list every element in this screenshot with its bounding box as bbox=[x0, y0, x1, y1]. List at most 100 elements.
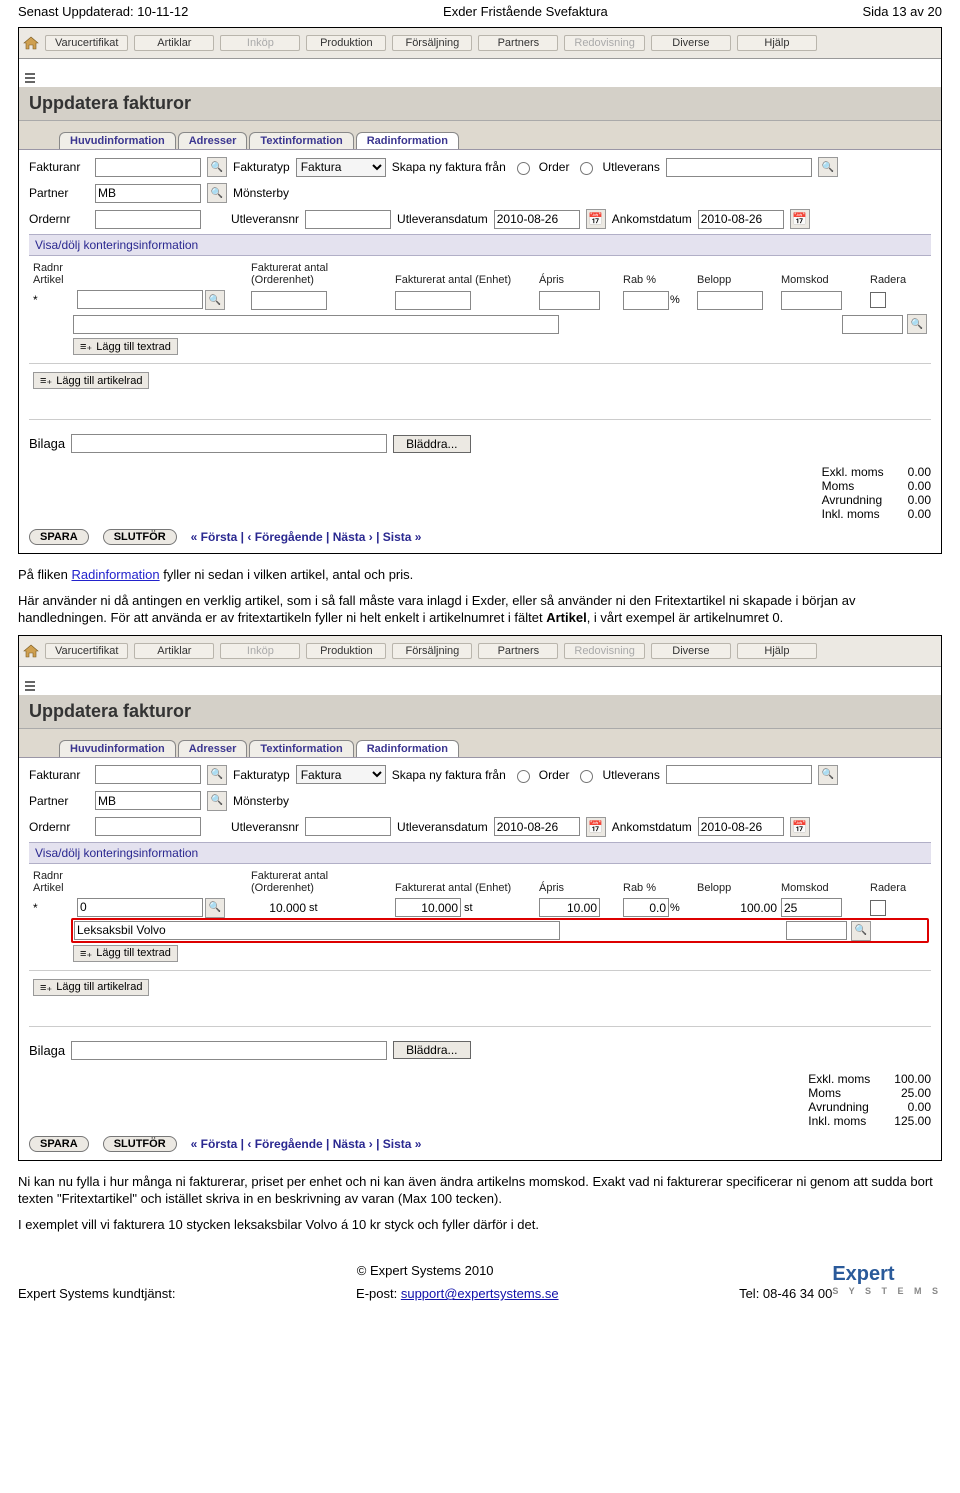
tab-radinformation[interactable]: Radinformation bbox=[356, 740, 459, 757]
kontering-toggle[interactable]: Visa/dölj konteringsinformation bbox=[29, 842, 931, 864]
skapa-utleverans-radio[interactable] bbox=[580, 162, 593, 175]
spara-button[interactable]: SPARA bbox=[29, 529, 89, 545]
artikel-input[interactable] bbox=[77, 290, 203, 309]
radera-checkbox[interactable] bbox=[870, 292, 886, 308]
fa-enhet-input[interactable] bbox=[395, 898, 461, 917]
fakturanr-lookup-icon[interactable]: 🔍 bbox=[207, 765, 227, 785]
ankomstdatum-calendar-icon[interactable]: 📅 bbox=[790, 817, 810, 837]
utleveransdatum-input[interactable] bbox=[494, 210, 580, 229]
radera-checkbox[interactable] bbox=[870, 900, 886, 916]
list-icon[interactable] bbox=[25, 681, 35, 691]
pager[interactable]: « Första | ‹ Föregående | Nästa › | Sist… bbox=[191, 1137, 422, 1151]
tab-textinformation[interactable]: Textinformation bbox=[249, 740, 353, 757]
partner-input[interactable] bbox=[95, 184, 201, 203]
menu-redovisning[interactable]: Redovisning bbox=[564, 643, 645, 659]
momskod-lookup-icon[interactable]: 🔍 bbox=[851, 921, 871, 941]
browse-button[interactable]: Bläddra... bbox=[393, 1041, 470, 1059]
pager[interactable]: « Första | ‹ Föregående | Nästa › | Sist… bbox=[191, 530, 422, 544]
fa-order-input[interactable] bbox=[251, 291, 327, 310]
support-email-link[interactable]: support@expertsystems.se bbox=[401, 1286, 559, 1301]
fakturatyp-select[interactable]: Faktura bbox=[296, 765, 386, 784]
add-textrad-button[interactable]: ≡₊ Lägg till textrad bbox=[73, 338, 178, 355]
home-icon[interactable] bbox=[23, 644, 39, 658]
utleveransdatum-calendar-icon[interactable]: 📅 bbox=[586, 209, 606, 229]
artikel-lookup-icon[interactable]: 🔍 bbox=[205, 290, 225, 310]
kontering-toggle[interactable]: Visa/dölj konteringsinformation bbox=[29, 234, 931, 256]
menu-diverse[interactable]: Diverse bbox=[651, 35, 731, 51]
fakturanr-input[interactable] bbox=[95, 765, 201, 784]
momskod2-input[interactable] bbox=[786, 921, 847, 940]
add-artikelrad-button[interactable]: ≡₊ Lägg till artikelrad bbox=[33, 372, 149, 389]
slutfor-button[interactable]: SLUTFÖR bbox=[103, 1136, 177, 1152]
desc-input[interactable] bbox=[74, 921, 560, 940]
ankomstdatum-input[interactable] bbox=[698, 817, 784, 836]
momskod-input[interactable] bbox=[781, 291, 842, 310]
skapa-utleverans-radio[interactable] bbox=[580, 770, 593, 783]
list-icon[interactable] bbox=[25, 73, 35, 83]
menu-inkop[interactable]: Inköp bbox=[220, 643, 300, 659]
tab-adresser[interactable]: Adresser bbox=[178, 740, 248, 757]
artikel-lookup-icon[interactable]: 🔍 bbox=[205, 898, 225, 918]
radinformation-link[interactable]: Radinformation bbox=[71, 567, 159, 582]
fa-enhet-input[interactable] bbox=[395, 291, 471, 310]
momskod-lookup-icon[interactable]: 🔍 bbox=[907, 314, 927, 334]
menu-varucertifikat[interactable]: Varucertifikat bbox=[45, 35, 128, 51]
ordernr-input[interactable] bbox=[95, 817, 201, 836]
menu-partners[interactable]: Partners bbox=[478, 35, 558, 51]
skapa-source-input[interactable] bbox=[666, 765, 812, 784]
tab-huvudinformation[interactable]: Huvudinformation bbox=[59, 740, 176, 757]
utleveransnr-input[interactable] bbox=[305, 817, 391, 836]
add-artikelrad-button[interactable]: ≡₊ Lägg till artikelrad bbox=[33, 979, 149, 996]
menu-redovisning[interactable]: Redovisning bbox=[564, 35, 645, 51]
slutfor-button[interactable]: SLUTFÖR bbox=[103, 529, 177, 545]
menu-diverse[interactable]: Diverse bbox=[651, 643, 731, 659]
menu-artiklar[interactable]: Artiklar bbox=[134, 35, 214, 51]
partner-lookup-icon[interactable]: 🔍 bbox=[207, 183, 227, 203]
bilaga-input[interactable] bbox=[71, 1041, 387, 1060]
ankomstdatum-input[interactable] bbox=[698, 210, 784, 229]
menu-partners[interactable]: Partners bbox=[478, 643, 558, 659]
tab-adresser[interactable]: Adresser bbox=[178, 132, 248, 149]
momskod2-input[interactable] bbox=[842, 315, 903, 334]
ankomstdatum-calendar-icon[interactable]: 📅 bbox=[790, 209, 810, 229]
browse-button[interactable]: Bläddra... bbox=[393, 435, 470, 453]
fakturanr-input[interactable] bbox=[95, 158, 201, 177]
skapa-lookup-icon[interactable]: 🔍 bbox=[818, 765, 838, 785]
fakturatyp-select[interactable]: Faktura bbox=[296, 158, 386, 177]
menu-hjalp[interactable]: Hjälp bbox=[737, 35, 817, 51]
artikel-input[interactable] bbox=[77, 898, 203, 917]
menu-inkop[interactable]: Inköp bbox=[220, 35, 300, 51]
add-textrad-button[interactable]: ≡₊ Lägg till textrad bbox=[73, 945, 178, 962]
menu-hjalp[interactable]: Hjälp bbox=[737, 643, 817, 659]
partner-input[interactable] bbox=[95, 791, 201, 810]
partner-lookup-icon[interactable]: 🔍 bbox=[207, 791, 227, 811]
menu-varucertifikat[interactable]: Varucertifikat bbox=[45, 643, 128, 659]
tab-huvudinformation[interactable]: Huvudinformation bbox=[59, 132, 176, 149]
rab-input[interactable] bbox=[623, 291, 669, 310]
menu-artiklar[interactable]: Artiklar bbox=[134, 643, 214, 659]
belopp-input[interactable] bbox=[697, 291, 763, 310]
menu-forsaljning[interactable]: Försäljning bbox=[392, 643, 472, 659]
ordernr-input[interactable] bbox=[95, 210, 201, 229]
tab-radinformation[interactable]: Radinformation bbox=[356, 132, 459, 149]
home-icon[interactable] bbox=[23, 36, 39, 50]
skapa-source-input[interactable] bbox=[666, 158, 812, 177]
utleveransnr-input[interactable] bbox=[305, 210, 391, 229]
utleveransdatum-calendar-icon[interactable]: 📅 bbox=[586, 817, 606, 837]
momskod-input[interactable] bbox=[781, 898, 842, 917]
skapa-order-radio[interactable] bbox=[517, 770, 530, 783]
menu-forsaljning[interactable]: Försäljning bbox=[392, 35, 472, 51]
tab-textinformation[interactable]: Textinformation bbox=[249, 132, 353, 149]
utleveransdatum-input[interactable] bbox=[494, 817, 580, 836]
skapa-lookup-icon[interactable]: 🔍 bbox=[818, 157, 838, 177]
rab-input[interactable] bbox=[623, 898, 669, 917]
menu-produktion[interactable]: Produktion bbox=[306, 643, 386, 659]
desc-input[interactable] bbox=[73, 315, 559, 334]
menu-produktion[interactable]: Produktion bbox=[306, 35, 386, 51]
apris-input[interactable] bbox=[539, 898, 600, 917]
apris-input[interactable] bbox=[539, 291, 600, 310]
skapa-order-radio[interactable] bbox=[517, 162, 530, 175]
fakturanr-lookup-icon[interactable]: 🔍 bbox=[207, 157, 227, 177]
bilaga-input[interactable] bbox=[71, 434, 387, 453]
spara-button[interactable]: SPARA bbox=[29, 1136, 89, 1152]
